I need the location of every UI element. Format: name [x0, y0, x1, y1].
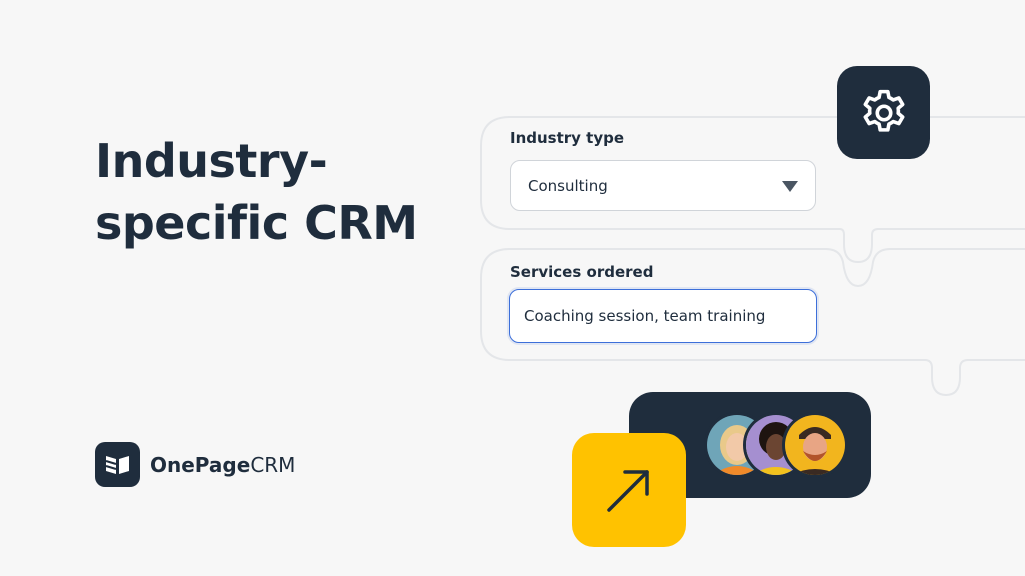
services-ordered-value: Coaching session, team training: [524, 307, 766, 325]
caret-down-icon: [782, 181, 798, 192]
industry-type-label: Industry type: [510, 129, 625, 147]
growth-tile: [572, 433, 686, 547]
gear-icon: [863, 89, 904, 132]
services-ordered-input[interactable]: Coaching session, team training: [509, 289, 817, 343]
industry-type-value: Consulting: [528, 176, 608, 195]
industry-type-select[interactable]: Consulting: [510, 160, 816, 211]
arrow-up-right-icon: [607, 470, 649, 512]
avatar-bearded-man: [782, 412, 848, 478]
settings-button[interactable]: [837, 66, 930, 159]
services-ordered-label: Services ordered: [510, 263, 654, 281]
